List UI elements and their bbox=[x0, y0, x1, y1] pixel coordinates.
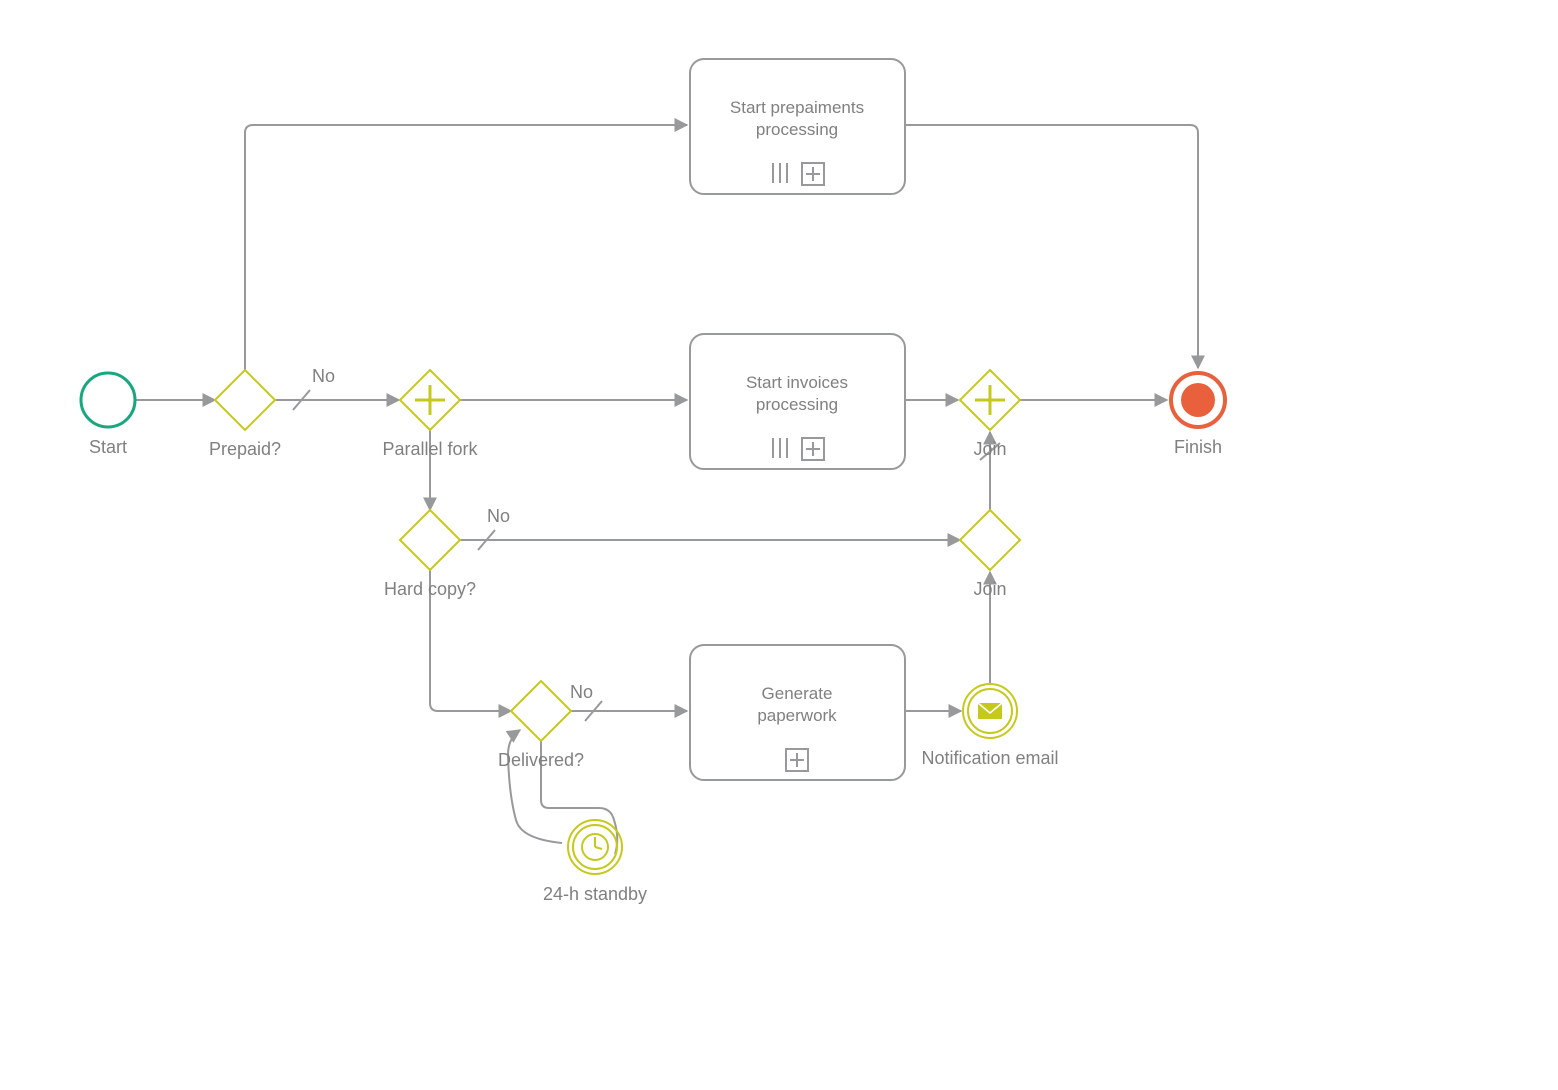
subprocess-icon bbox=[786, 749, 808, 771]
task-prepay[interactable]: Start prepaiments processing bbox=[690, 59, 905, 194]
gateway-join1-label: Join bbox=[973, 439, 1006, 459]
gateway-hardcopy[interactable] bbox=[400, 510, 460, 570]
gateway-prepaid[interactable] bbox=[215, 370, 275, 430]
finish-label: Finish bbox=[1174, 437, 1222, 457]
task-invoices[interactable]: Start invoices processing bbox=[690, 334, 905, 469]
gateway-join2-label: Join bbox=[973, 579, 1006, 599]
svg-text:Start prepaiments: Start prepaiments bbox=[730, 98, 864, 117]
subprocess-icon bbox=[802, 438, 824, 460]
svg-text:processing: processing bbox=[756, 395, 838, 414]
edge-standby-delivered bbox=[508, 730, 562, 843]
gateway-prepaid-label: Prepaid? bbox=[209, 439, 281, 459]
subprocess-icon bbox=[802, 163, 824, 185]
svg-text:processing: processing bbox=[756, 120, 838, 139]
start-event[interactable] bbox=[81, 373, 135, 427]
gateway-delivered-label: Delivered? bbox=[498, 750, 584, 770]
finish-event[interactable] bbox=[1171, 373, 1225, 427]
timer-label: 24-h standby bbox=[543, 884, 647, 904]
gateway-hardcopy-label: Hard copy? bbox=[384, 579, 476, 599]
label-prepaid-no: No bbox=[312, 366, 335, 386]
clock-icon bbox=[582, 834, 608, 860]
start-label: Start bbox=[89, 437, 127, 457]
label-hardcopy-no: No bbox=[487, 506, 510, 526]
gateway-delivered[interactable] bbox=[511, 681, 571, 741]
svg-text:paperwork: paperwork bbox=[757, 706, 837, 725]
gateway-join1[interactable] bbox=[960, 370, 1020, 430]
gateway-fork-label: Parallel fork bbox=[382, 439, 478, 459]
multi-instance-icon bbox=[773, 163, 787, 183]
envelope-icon bbox=[978, 703, 1002, 719]
timer-event-standby[interactable] bbox=[568, 820, 622, 874]
gateway-join2[interactable] bbox=[960, 510, 1020, 570]
task-paperwork[interactable]: Generate paperwork bbox=[690, 645, 905, 780]
message-event-email[interactable] bbox=[963, 684, 1017, 738]
email-label: Notification email bbox=[921, 748, 1058, 768]
edge-prepay-finish bbox=[905, 125, 1198, 368]
svg-text:Start invoices: Start invoices bbox=[746, 373, 848, 392]
svg-text:Generate: Generate bbox=[762, 684, 833, 703]
multi-instance-icon bbox=[773, 438, 787, 458]
bpmn-diagram: No No No Start Finish Prepaid? Parallel … bbox=[0, 0, 1558, 1090]
label-delivered-no: No bbox=[570, 682, 593, 702]
gateway-fork[interactable] bbox=[400, 370, 460, 430]
edge-prepaid-prepay bbox=[245, 125, 687, 370]
